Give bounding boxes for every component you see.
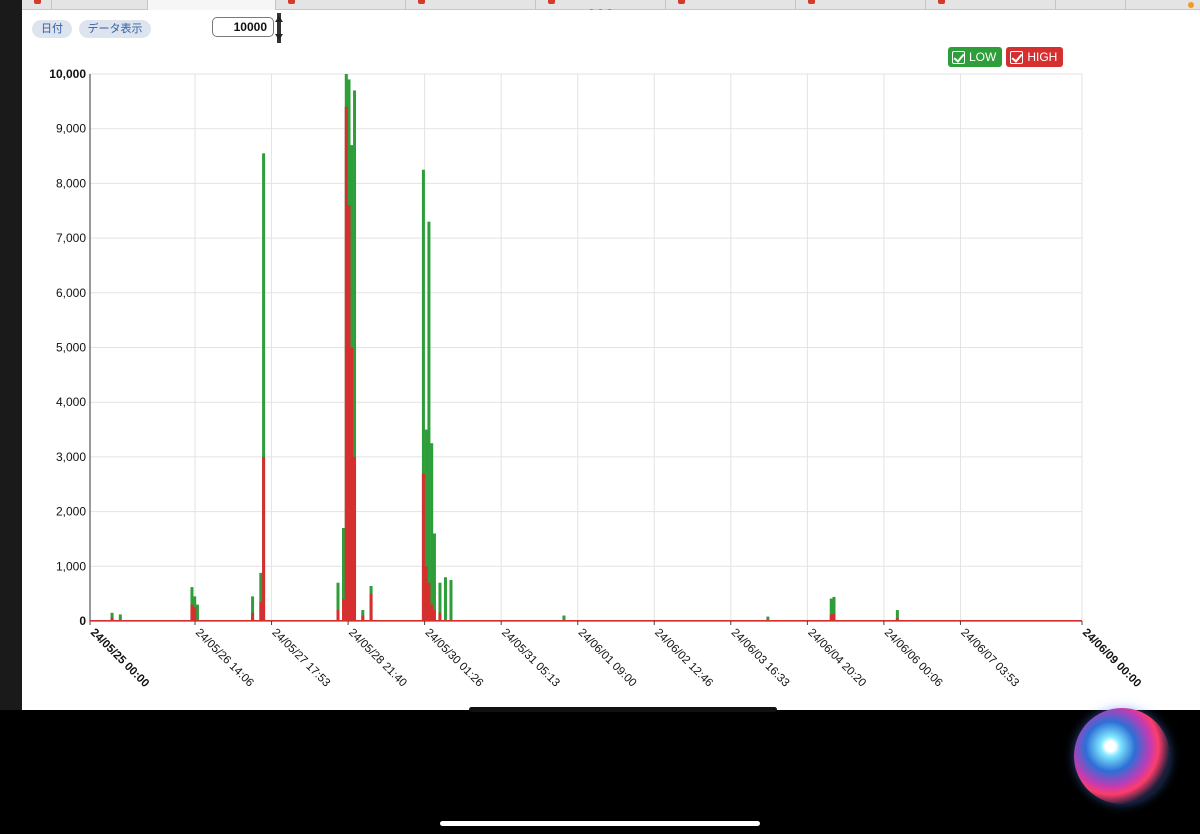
data-bar-high <box>424 566 428 621</box>
data-bar-low <box>430 443 434 621</box>
browser-tab[interactable] <box>406 0 536 10</box>
y-tick-label: 10,000 <box>49 67 86 81</box>
home-indicator-bar[interactable] <box>469 707 777 712</box>
data-bar-low <box>449 579 453 621</box>
y-tick-label: 3,000 <box>56 450 86 464</box>
siri-orb-icon[interactable] <box>1074 708 1170 804</box>
data-bar-high <box>430 604 434 621</box>
tab-favicon-icon <box>938 0 945 4</box>
x-tick-label: 24/05/27 17:53 <box>269 627 332 690</box>
data-bar-high <box>344 106 348 621</box>
x-tick-label: 24/06/07 03:53 <box>958 627 1021 690</box>
y-tick-label: 7,000 <box>56 231 86 245</box>
data-bar-high <box>832 613 836 621</box>
data-bar-high <box>342 599 346 621</box>
data-bar-high <box>259 601 263 621</box>
recording-indicator-icon <box>1188 2 1194 8</box>
data-bar-high <box>251 612 255 621</box>
data-bar-low <box>195 604 199 621</box>
data-bar-high <box>353 456 357 621</box>
data-bar-high <box>369 593 373 621</box>
browser-tab-active[interactable] <box>148 0 276 10</box>
data-bar-low <box>443 577 447 621</box>
data-bar-high <box>432 610 436 621</box>
browser-tab[interactable] <box>926 0 1056 10</box>
y-tick-label: 5,000 <box>56 341 86 355</box>
tab-favicon-icon <box>808 0 815 4</box>
x-tick-label: 24/06/09 00:00 <box>1080 627 1143 690</box>
screen: 日付 データ表示 10000 LOW HIGH 0 1,000 2,000 3,000… <box>0 0 1200 834</box>
y-tick-label: 4,000 <box>56 395 86 409</box>
data-bar-high <box>350 347 354 621</box>
data-bar-high <box>421 473 425 621</box>
page-content: 日付 データ表示 10000 LOW HIGH 0 1,000 2,000 3,000… <box>22 10 1200 712</box>
tab-favicon-icon <box>548 0 555 4</box>
browser-tab[interactable] <box>796 0 926 10</box>
data-bar-high <box>438 612 442 621</box>
home-indicator-bar[interactable] <box>440 821 760 826</box>
browser-tab[interactable] <box>1056 0 1126 10</box>
y-tick-label: 0 <box>79 614 86 628</box>
tab-favicon-icon <box>288 0 295 4</box>
data-bar-high <box>262 456 266 621</box>
x-tick-label: 24/06/04 20:20 <box>805 627 868 690</box>
x-tick-label: 24/06/06 00:06 <box>882 627 945 690</box>
tab-favicon-icon <box>418 0 425 4</box>
data-bar-low <box>427 221 431 621</box>
x-tick-label: 24/06/02 12:46 <box>652 627 715 690</box>
tab-favicon-icon <box>34 0 41 4</box>
tab-favicon-icon <box>678 0 685 4</box>
browser-tab[interactable] <box>52 0 148 10</box>
y-tick-label: 6,000 <box>56 286 86 300</box>
data-bar-high <box>193 607 197 621</box>
x-tick-label: 24/06/03 16:33 <box>729 627 792 690</box>
x-tick-label: 24/06/01 09:00 <box>576 627 639 690</box>
browser-tab[interactable] <box>666 0 796 10</box>
data-bar-low <box>432 533 436 621</box>
x-tick-label: 24/05/30 01:26 <box>422 627 485 690</box>
y-tick-label: 9,000 <box>56 122 86 136</box>
x-tick-label: 24/05/31 05:13 <box>499 627 562 690</box>
x-tick-label: 24/05/28 21:40 <box>346 627 409 690</box>
sidebar-strip <box>0 0 22 710</box>
browser-tab[interactable] <box>276 0 406 10</box>
data-bar-high <box>336 610 340 621</box>
browser-tab[interactable] <box>22 0 52 10</box>
y-tick-label: 8,000 <box>56 176 86 190</box>
x-tick-label: 24/05/25 00:00 <box>88 627 151 690</box>
data-bar-high <box>190 604 194 621</box>
data-bar-high <box>347 205 351 621</box>
y-tick-label: 2,000 <box>56 505 86 519</box>
y-tick-label: 1,000 <box>56 559 86 573</box>
chart-area: 0 1,000 2,000 3,000 4,000 5,000 6,000 7,000 8,00… <box>49 67 1143 690</box>
x-tick-label: 24/05/26 14:06 <box>193 627 256 690</box>
data-bar-high <box>427 582 431 621</box>
